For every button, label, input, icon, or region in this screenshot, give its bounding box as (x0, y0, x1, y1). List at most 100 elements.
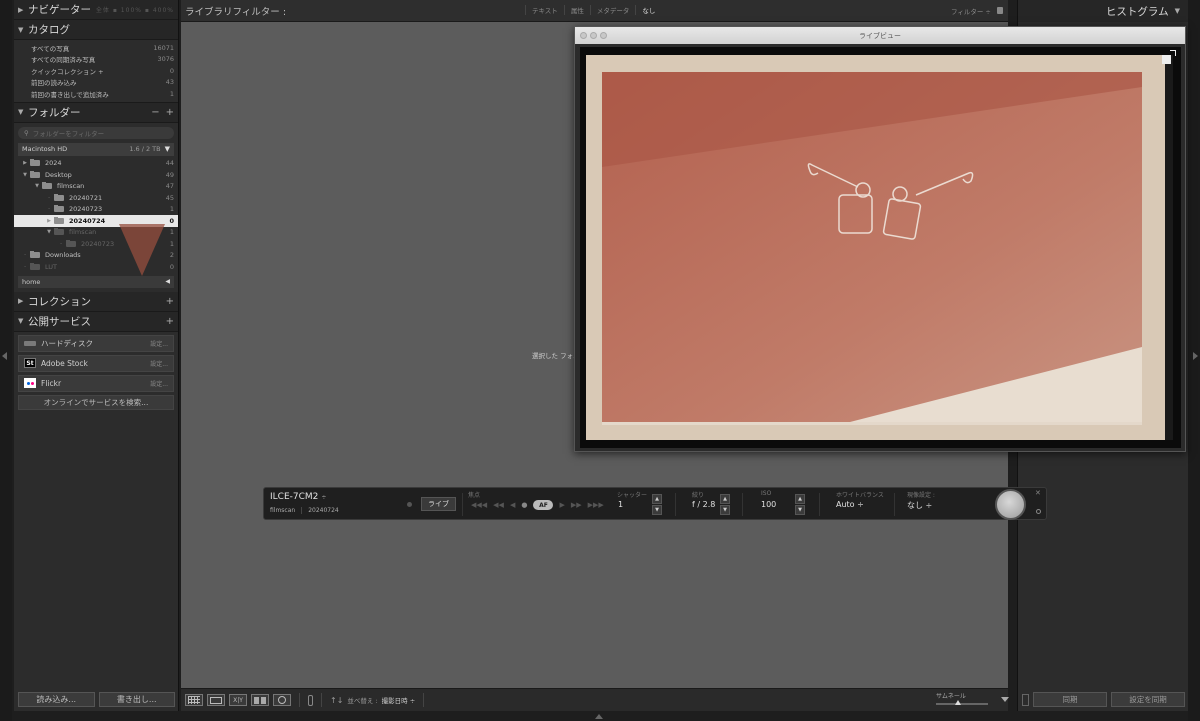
focus-near-icon[interactable]: ◀ (510, 501, 515, 509)
export-button[interactable]: 書き出し... (98, 692, 175, 707)
expanded-triangle-icon[interactable]: ▼ (44, 229, 54, 235)
step-up-icon[interactable]: ▲ (795, 494, 805, 504)
focus-mid-plus-icon[interactable]: ▶▶ (571, 501, 582, 509)
sync-toggle-icon[interactable] (1022, 693, 1029, 706)
toolbar-menu-icon[interactable] (1001, 697, 1009, 702)
grid-view-button[interactable] (185, 694, 203, 706)
focus-near-plus-icon[interactable]: ▶ (559, 501, 564, 509)
lock-icon[interactable] (996, 7, 1003, 14)
focus-mid-icon[interactable]: ◀◀ (493, 501, 504, 509)
painter-spray-icon[interactable] (308, 694, 313, 706)
folder-row[interactable]: · 20240721 45 (14, 192, 178, 204)
catalog-item-all-photos[interactable]: すべての写真 16071 (14, 42, 178, 54)
live-view-photo (580, 47, 1181, 448)
folder-row[interactable]: ▼ Desktop 49 (14, 169, 178, 181)
catalog-item-quick-collection[interactable]: クイックコレクション +0 (14, 65, 178, 77)
volume-macintosh-hd[interactable]: Macintosh HD 1.6 / 2 TB ▼ (18, 142, 174, 156)
step-down-icon[interactable]: ▼ (652, 505, 662, 515)
close-icon[interactable]: ✕ (1035, 489, 1041, 497)
catalog-item-previous-import[interactable]: 前回の読み込み 43 (14, 77, 178, 89)
people-view-button[interactable] (273, 694, 291, 706)
volume-menu-icon[interactable]: ▼ (165, 145, 170, 153)
step-down-icon[interactable]: ▼ (795, 505, 805, 515)
live-button[interactable]: ライブ (421, 497, 456, 511)
divider (742, 493, 743, 516)
collapsed-triangle-icon[interactable]: ▶ (44, 218, 54, 224)
service-flickr[interactable]: Flickr 設定... (18, 374, 174, 392)
filmstrip-toggle-icon[interactable] (595, 714, 603, 719)
find-services-button[interactable]: オンラインでサービスを検索... (18, 394, 174, 410)
navigator-zoom-options[interactable]: 全体 ▪ 100% ▪ 400% (96, 5, 174, 14)
add-collection-button[interactable]: + (166, 296, 174, 307)
step-down-icon[interactable]: ▼ (720, 505, 730, 515)
filter-tab-metadata[interactable]: メタデータ (589, 5, 636, 15)
catalog-item-synced[interactable]: すべての同期済み写真 3076 (14, 54, 178, 66)
focus-far-icon[interactable]: ◀◀◀ (471, 501, 487, 509)
add-folder-button[interactable]: + (166, 107, 174, 118)
left-edge[interactable] (0, 0, 12, 721)
white-balance-select[interactable]: Auto ÷ (836, 500, 864, 509)
service-settings-link[interactable]: 設定... (150, 359, 168, 368)
expanded-triangle-icon[interactable]: ▼ (32, 183, 42, 189)
options-circle-icon[interactable] (1036, 509, 1041, 514)
loupe-view-button[interactable] (207, 694, 225, 706)
sort-direction-icon[interactable]: ↑↓ (330, 696, 343, 705)
folder-icon (54, 205, 64, 213)
collapsed-triangle-icon[interactable]: ▶ (20, 160, 30, 166)
volume-home[interactable]: home ◀ (18, 275, 174, 288)
collections-header[interactable]: ▶ コレクション + (14, 291, 178, 312)
shutter-stepper[interactable]: ▲ ▼ (652, 494, 662, 516)
filter-preset-select[interactable]: フィルター ÷ (951, 6, 991, 16)
camera-select[interactable]: ILCE-7CM2 ÷ (270, 492, 326, 502)
thumbnail-size-slider[interactable] (936, 700, 988, 705)
compare-view-button[interactable]: X|Y (229, 694, 247, 706)
right-panel-toggle-icon[interactable] (1193, 352, 1198, 360)
catalog-header[interactable]: ▼ カタログ (14, 20, 178, 40)
survey-view-button[interactable] (251, 694, 269, 706)
live-view-window[interactable]: ライブビュー (574, 26, 1186, 452)
import-button[interactable]: 読み込み... (18, 692, 95, 707)
volume-collapse-icon[interactable]: ◀ (165, 278, 170, 285)
aperture-stepper[interactable]: ▲ ▼ (720, 494, 730, 516)
filter-tab-text[interactable]: テキスト (525, 5, 564, 15)
add-publish-service-button[interactable]: + (166, 316, 174, 327)
develop-settings-select[interactable]: なし ÷ (907, 500, 932, 511)
step-up-icon[interactable]: ▲ (720, 494, 730, 504)
live-view-titlebar[interactable]: ライブビュー (575, 27, 1185, 44)
folder-search-input[interactable]: ⚲ フォルダーをフィルター (18, 126, 174, 139)
catalog-item-previous-export[interactable]: 前回の書き出しで追加済み 1 (14, 88, 178, 100)
service-settings-link[interactable]: 設定... (150, 339, 168, 348)
publish-services-header[interactable]: ▼ 公開サービス + (14, 311, 178, 332)
window-minimize-icon[interactable] (590, 32, 597, 39)
iso-stepper[interactable]: ▲ ▼ (795, 494, 805, 516)
folder-row[interactable]: ▶ 2024 44 (14, 158, 178, 170)
step-up-icon[interactable]: ▲ (652, 494, 662, 504)
right-panel-buttons: 同期 設定を同期 (1018, 692, 1189, 707)
sync-button[interactable]: 同期 (1033, 692, 1107, 707)
iso-label: ISO (761, 490, 772, 497)
filter-tab-none[interactable]: なし (635, 5, 661, 15)
folder-search-placeholder: フォルダーをフィルター (32, 129, 105, 138)
window-zoom-icon[interactable] (600, 32, 607, 39)
expand-icon[interactable] (1162, 50, 1176, 64)
sort-select[interactable]: 撮影日時 ÷ (382, 695, 416, 705)
right-edge[interactable] (1188, 0, 1200, 721)
sync-settings-button[interactable]: 設定を同期 (1111, 692, 1185, 707)
expanded-triangle-icon[interactable]: ▼ (20, 172, 30, 178)
histogram-header[interactable]: ヒストグラム ▼ (1018, 0, 1188, 22)
folder-row[interactable]: · 20240723 1 (14, 204, 178, 216)
service-settings-link[interactable]: 設定... (150, 379, 168, 388)
left-panel-toggle-icon[interactable] (2, 352, 7, 360)
filter-tab-attribute[interactable]: 属性 (563, 5, 590, 15)
focus-far-plus-icon[interactable]: ▶▶▶ (588, 501, 604, 509)
folders-header[interactable]: ▼ フォルダー − + (14, 102, 178, 123)
navigator-header[interactable]: ▶ ナビゲーター 全体 ▪ 100% ▪ 400% (14, 0, 178, 20)
service-hard-disk[interactable]: ハードディスク 設定... (18, 334, 174, 352)
window-close-icon[interactable] (580, 32, 587, 39)
service-adobe-stock[interactable]: St Adobe Stock 設定... (18, 354, 174, 372)
slider-knob-icon[interactable] (955, 700, 961, 705)
folder-row[interactable]: ▼ filmscan 47 (14, 181, 178, 193)
af-button[interactable]: AF (533, 500, 554, 510)
shutter-release-button[interactable] (995, 489, 1026, 520)
remove-folder-button[interactable]: − (151, 107, 159, 118)
